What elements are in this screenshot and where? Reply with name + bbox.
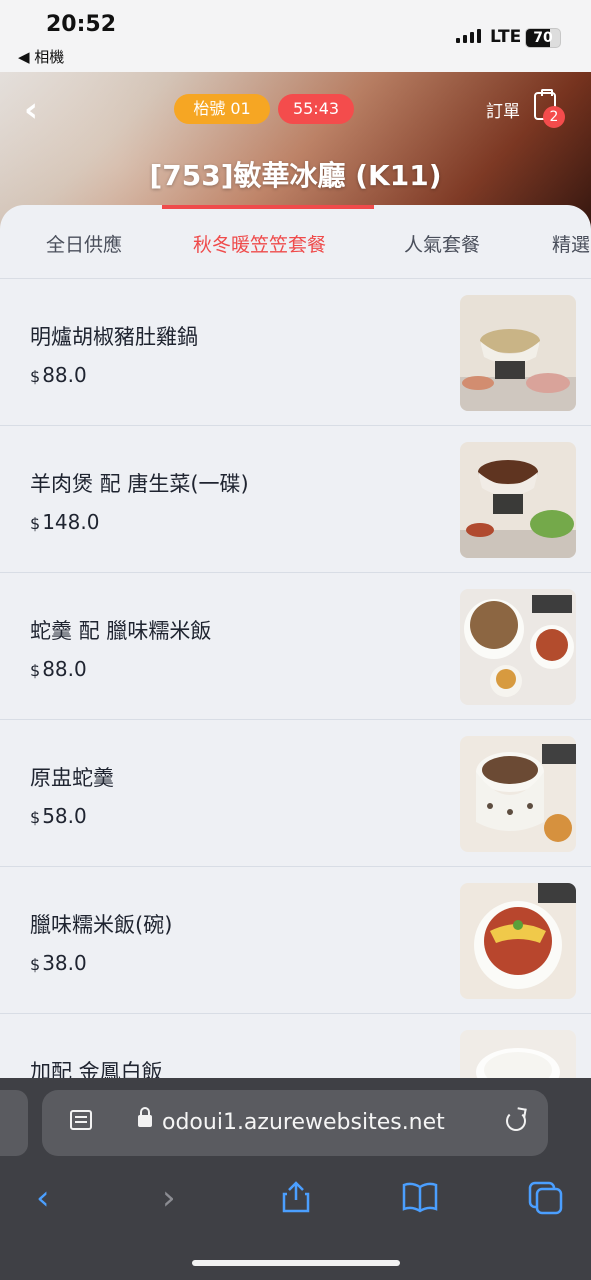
menu-item-name: 原盅蛇羹 xyxy=(30,766,114,790)
menu-item-image[interactable] xyxy=(460,442,576,558)
back-arrow-icon[interactable]: ‹ xyxy=(36,1178,50,1218)
menu-item-image[interactable] xyxy=(460,295,576,411)
battery-icon: 70 xyxy=(525,28,561,48)
menu-item-name: 加配 金鳳白飯 xyxy=(30,1060,163,1079)
store-title: [753]敏華冰廳 (K11) xyxy=(149,159,442,192)
price-value: 38.0 xyxy=(42,951,87,975)
price-value: 88.0 xyxy=(42,363,87,387)
menu-item-name: 羊肉煲 配 唐生菜(一碟) xyxy=(30,472,249,496)
chevron-left-icon: ‹ xyxy=(24,90,39,130)
menu-item-name: 臘味糯米飯(碗) xyxy=(30,913,173,937)
battery-level: 70 xyxy=(533,30,553,46)
category-tabs: 全日供應 秋冬暖笠笠套餐 人氣套餐 精選 xyxy=(0,205,591,279)
menu-list: 明爐胡椒豬肚雞鍋 $88.0 羊肉煲 配 唐生菜(一碟) $148.0 蛇羹 配… xyxy=(0,279,591,1079)
share-icon[interactable] xyxy=(281,1180,311,1223)
menu-item[interactable]: 臘味糯米飯(碗) $38.0 xyxy=(0,867,591,1014)
menu-item[interactable]: 原盅蛇羹 $58.0 xyxy=(0,720,591,867)
table-number-pill: 枱號 01 xyxy=(174,94,270,124)
app-screen: 20:52 ◀ 相機 LTE 70 ‹ 枱號 01 55:43 訂單 2 [75… xyxy=(0,0,591,1280)
reader-icon[interactable] xyxy=(70,1110,92,1130)
menu-item-image[interactable] xyxy=(460,589,576,705)
order-count-badge: 2 xyxy=(543,106,565,128)
price-value: 148.0 xyxy=(42,510,100,534)
currency-symbol: $ xyxy=(30,661,41,680)
address-bar[interactable]: odoui1.azurewebsites.net xyxy=(42,1090,548,1156)
bookmarks-icon[interactable] xyxy=(401,1181,439,1222)
url-text[interactable]: odoui1.azurewebsites.net xyxy=(162,1110,445,1135)
status-time: 20:52 xyxy=(46,12,117,37)
menu-item-price: $88.0 xyxy=(30,363,87,387)
safari-toolbar: odoui1.azurewebsites.net ‹ › xyxy=(0,1078,591,1280)
back-button[interactable]: ‹ xyxy=(24,90,38,130)
reload-icon[interactable] xyxy=(506,1111,526,1131)
status-bar: 20:52 ◀ 相機 LTE 70 xyxy=(0,0,591,72)
tab-selected[interactable]: 精選 xyxy=(552,230,590,257)
currency-symbol: $ xyxy=(30,955,41,974)
back-to-app-link[interactable]: ◀ 相機 xyxy=(18,46,64,67)
tabs-icon[interactable] xyxy=(528,1181,564,1224)
currency-symbol: $ xyxy=(30,514,41,533)
previous-tab-peek[interactable] xyxy=(0,1090,28,1156)
menu-item-name: 明爐胡椒豬肚雞鍋 xyxy=(30,325,198,349)
network-type: LTE xyxy=(490,27,522,47)
menu-item[interactable]: 蛇羹 配 臘味糯米飯 $88.0 xyxy=(0,573,591,720)
signal-icon xyxy=(456,29,481,43)
menu-item-name: 蛇羹 配 臘味糯米飯 xyxy=(30,619,212,643)
menu-item-image[interactable] xyxy=(460,883,576,999)
currency-symbol: $ xyxy=(30,808,41,827)
menu-item-price: $38.0 xyxy=(30,951,87,975)
lock-icon xyxy=(138,1107,152,1127)
currency-symbol: $ xyxy=(30,367,41,386)
tab-winter-set[interactable]: 秋冬暖笠笠套餐 xyxy=(193,230,326,257)
menu-item[interactable]: 加配 金鳳白飯 xyxy=(0,1014,591,1079)
tab-popular-set[interactable]: 人氣套餐 xyxy=(404,230,480,257)
tab-all-day[interactable]: 全日供應 xyxy=(46,230,122,257)
order-button[interactable]: 訂單 xyxy=(486,97,520,122)
price-value: 88.0 xyxy=(42,657,87,681)
menu-item-price: $148.0 xyxy=(30,510,99,534)
menu-item[interactable]: 明爐胡椒豬肚雞鍋 $88.0 xyxy=(0,279,591,426)
menu-item-price: $88.0 xyxy=(30,657,87,681)
active-tab-indicator xyxy=(162,205,374,209)
menu-item[interactable]: 羊肉煲 配 唐生菜(一碟) $148.0 xyxy=(0,426,591,573)
home-indicator xyxy=(192,1260,400,1266)
menu-item-image[interactable] xyxy=(460,1030,576,1079)
timer-pill: 55:43 xyxy=(278,94,354,124)
browser-nav-bar: ‹ › xyxy=(0,1178,591,1228)
menu-item-price: $58.0 xyxy=(30,804,87,828)
menu-item-image[interactable] xyxy=(460,736,576,852)
price-value: 58.0 xyxy=(42,804,87,828)
forward-arrow-icon[interactable]: › xyxy=(162,1178,176,1218)
